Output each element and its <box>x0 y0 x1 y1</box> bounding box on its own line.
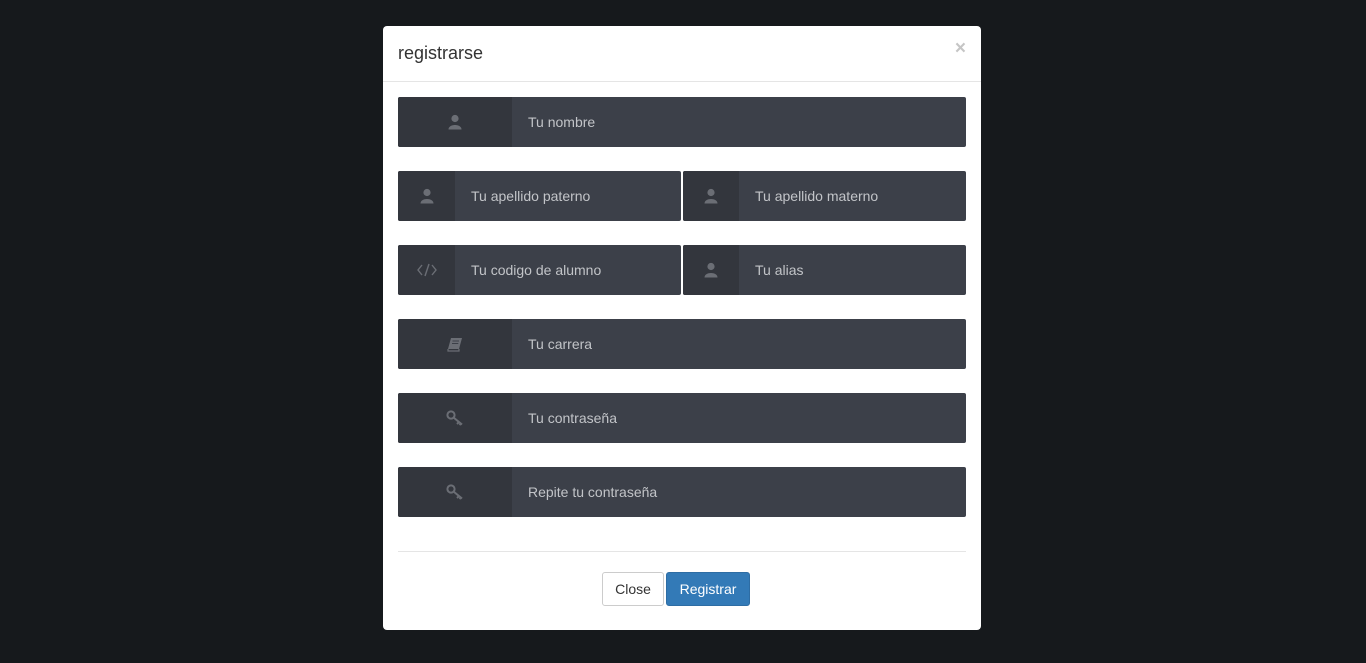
apellido-materno-input[interactable]: Tu apellido materno <box>755 171 878 221</box>
nombre-field[interactable]: Tu nombre <box>398 97 966 147</box>
footer-divider <box>398 551 966 552</box>
carrera-field[interactable]: Tu carrera <box>398 319 966 369</box>
close-icon[interactable]: × <box>955 39 966 59</box>
registrar-button[interactable]: Registrar <box>666 572 750 606</box>
apellido-paterno-field[interactable]: Tu apellido paterno <box>398 171 681 221</box>
user-icon <box>683 171 739 221</box>
codigo-alumno-field[interactable]: Tu codigo de alumno <box>398 245 681 295</box>
register-modal: registrarse × Tu nombre Tu apellido pate… <box>383 26 981 630</box>
repite-contrasena-input[interactable]: Repite tu contraseña <box>528 467 657 517</box>
book-icon <box>398 319 512 369</box>
alias-field[interactable]: Tu alias <box>683 245 966 295</box>
user-icon <box>683 245 739 295</box>
codigo-alumno-input[interactable]: Tu codigo de alumno <box>471 245 601 295</box>
carrera-input[interactable]: Tu carrera <box>528 319 592 369</box>
code-icon <box>398 245 455 295</box>
modal-title: registrarse <box>398 43 484 63</box>
contrasena-field[interactable]: Tu contraseña <box>398 393 966 443</box>
apellido-paterno-input[interactable]: Tu apellido paterno <box>471 171 590 221</box>
apellido-materno-field[interactable]: Tu apellido materno <box>683 171 966 221</box>
repite-contrasena-field[interactable]: Repite tu contraseña <box>398 467 966 517</box>
user-icon <box>398 171 455 221</box>
contrasena-input[interactable]: Tu contraseña <box>528 393 617 443</box>
nombre-input[interactable]: Tu nombre <box>528 97 595 147</box>
close-button[interactable]: Close <box>602 572 664 606</box>
key-icon <box>398 393 512 443</box>
alias-input[interactable]: Tu alias <box>755 245 804 295</box>
key-icon <box>398 467 512 517</box>
user-icon <box>398 97 512 147</box>
modal-header: registrarse × <box>383 26 981 82</box>
